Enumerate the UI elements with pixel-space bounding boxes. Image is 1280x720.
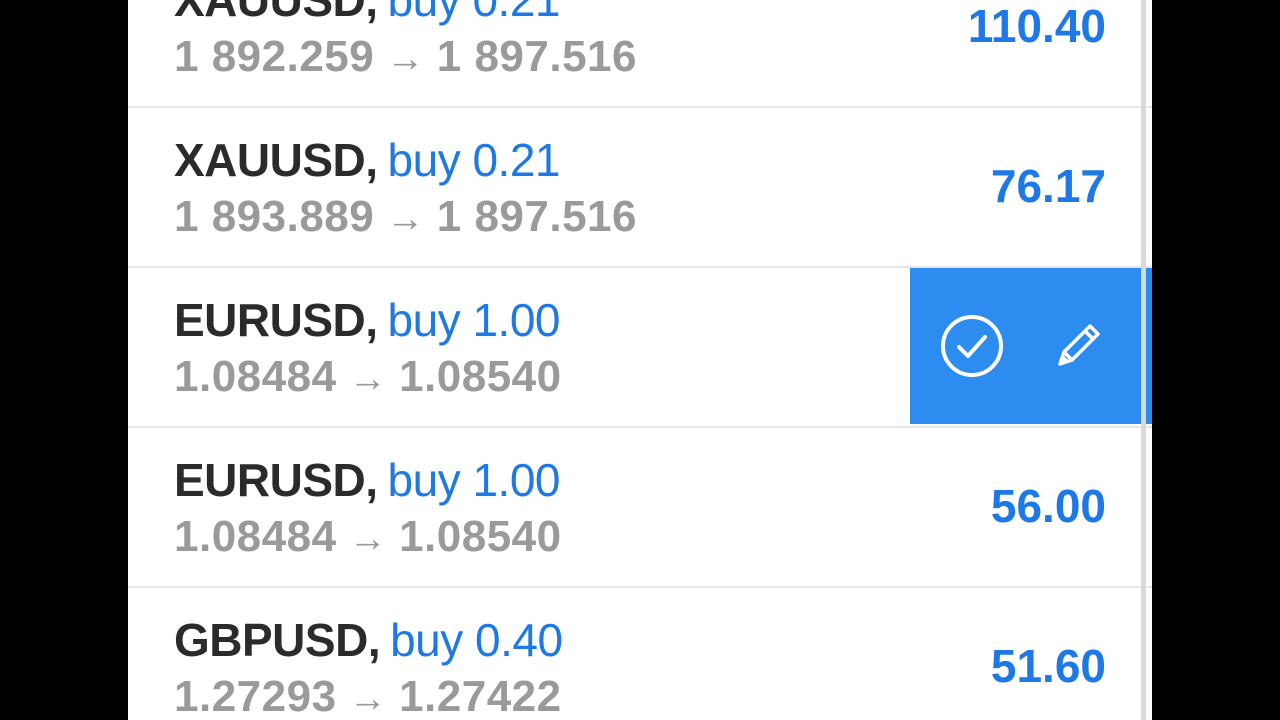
trade-list: XAUUSD, buy 0.21 1 892.259 → 1 897.516 110.… xyxy=(128,0,1152,720)
check-circle-icon xyxy=(941,315,1003,377)
pencil-icon xyxy=(1058,324,1100,366)
trade-row[interactable]: EURUSD, buy 1.00 1.08484 → 1.08540 56.00 xyxy=(128,428,1152,588)
title-separator: , xyxy=(365,0,378,26)
trade-symbol: EURUSD xyxy=(174,454,366,506)
trade-profit: 56.00 xyxy=(990,480,1106,532)
trade-prices: 1.27293 → 1.27422 xyxy=(174,670,562,720)
current-price: 1.08540 xyxy=(399,512,562,561)
trade-symbol: GBPUSD xyxy=(174,614,368,666)
trade-symbol: XAUUSD xyxy=(174,0,366,26)
trade-row[interactable]: GBPUSD, buy 0.40 1.27293 → 1.27422 51.60 xyxy=(128,588,1152,720)
title-separator: , xyxy=(365,454,378,506)
trade-row[interactable]: XAUUSD, buy 0.21 1 892.259 → 1 897.516 110.… xyxy=(128,0,1152,108)
swipe-action-panel xyxy=(910,268,1152,424)
trade-row[interactable]: XAUUSD, buy 0.21 1 893.889 → 1 897.516 76.1… xyxy=(128,108,1152,268)
arrow-right-icon: → xyxy=(386,38,425,80)
trade-profit: 110.40 xyxy=(967,0,1106,52)
trade-row[interactable]: EURUSD, buy 1.00 1.08484 → 1.08540 xyxy=(128,268,1152,428)
title-separator: , xyxy=(367,614,381,666)
modify-position-button[interactable] xyxy=(1042,310,1114,382)
trade-side-volume: buy 1.00 xyxy=(387,454,561,506)
trade-side-volume: buy 0.21 xyxy=(387,134,561,186)
open-price: 1.27293 xyxy=(174,672,337,720)
scrollbar[interactable] xyxy=(1141,0,1146,720)
trade-symbol: EURUSD xyxy=(174,294,366,346)
trade-title: GBPUSD, buy 0.40 xyxy=(174,612,563,668)
trade-side-volume: buy 1.00 xyxy=(387,294,561,346)
current-price: 1 897.516 xyxy=(436,192,637,241)
current-price: 1.08540 xyxy=(399,352,562,401)
trade-title: XAUUSD, buy 0.21 xyxy=(174,0,561,28)
trade-screen: XAUUSD, buy 0.21 1 892.259 → 1 897.516 110.… xyxy=(128,0,1152,720)
current-price: 1 897.516 xyxy=(436,32,637,81)
trade-symbol: XAUUSD xyxy=(174,134,366,186)
arrow-right-icon: → xyxy=(348,518,388,560)
title-separator: , xyxy=(365,294,378,346)
open-price: 1.08484 xyxy=(174,352,337,401)
trade-title: XAUUSD, buy 0.21 xyxy=(174,132,561,188)
arrow-right-icon: → xyxy=(348,678,388,720)
trade-prices: 1.08484 → 1.08540 xyxy=(174,350,562,406)
trade-title: EURUSD, buy 1.00 xyxy=(174,452,561,508)
arrow-right-icon: → xyxy=(348,358,388,400)
title-separator: , xyxy=(365,134,378,186)
close-position-button[interactable] xyxy=(936,310,1008,382)
arrow-right-icon: → xyxy=(386,198,425,240)
trade-prices: 1.08484 → 1.08540 xyxy=(174,510,562,566)
trade-profit: 76.17 xyxy=(990,160,1106,212)
trade-title: EURUSD, buy 1.00 xyxy=(174,292,561,348)
trade-prices: 1 892.259 → 1 897.516 xyxy=(174,30,637,86)
open-price: 1.08484 xyxy=(174,512,337,561)
trade-profit: 51.60 xyxy=(990,640,1106,692)
open-price: 1 893.889 xyxy=(174,192,375,241)
trade-prices: 1 893.889 → 1 897.516 xyxy=(174,190,637,246)
open-price: 1 892.259 xyxy=(174,32,375,81)
trade-side-volume: buy 0.40 xyxy=(390,614,563,666)
current-price: 1.27422 xyxy=(399,672,562,720)
trade-side-volume: buy 0.21 xyxy=(387,0,561,26)
